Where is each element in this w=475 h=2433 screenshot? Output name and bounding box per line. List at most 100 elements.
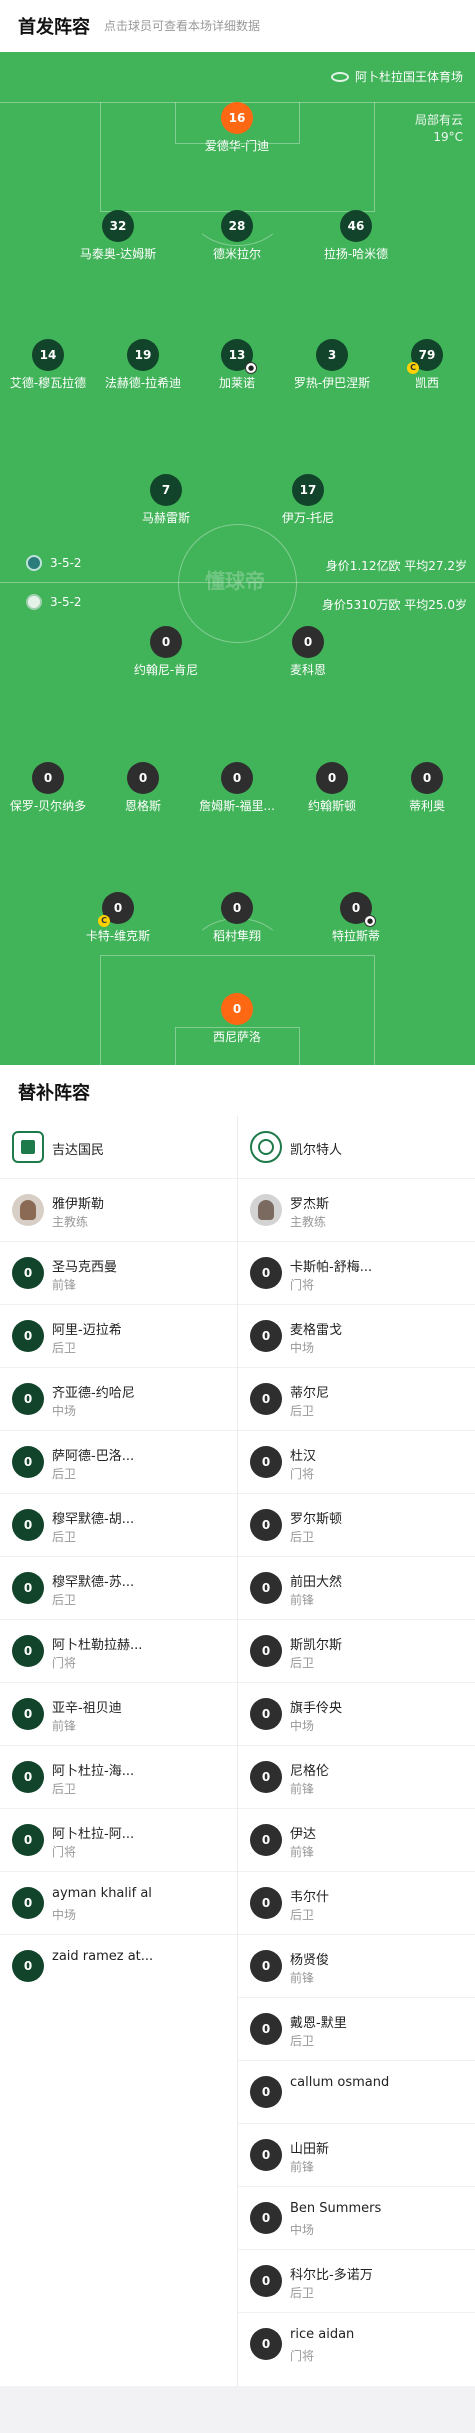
player-name: 山田新 xyxy=(290,2142,330,2157)
temperature: 19°C xyxy=(433,130,463,144)
player-position: 门将 xyxy=(52,1845,77,1859)
player-position: 前锋 xyxy=(52,1719,77,1733)
player-position: 后卫 xyxy=(290,2034,315,2048)
sub-player-row[interactable]: 0 蒂尔尼 后卫 xyxy=(238,1368,475,1431)
sub-player-row[interactable]: 0 麦格雷戈 中场 xyxy=(238,1305,475,1368)
pitch-player[interactable]: 0 约翰斯顿 xyxy=(282,762,382,814)
sub-player-row[interactable]: 0 尼格伦 前锋 xyxy=(238,1746,475,1809)
pitch-player[interactable]: 7 马赫雷斯 xyxy=(116,474,216,526)
player-position: 前锋 xyxy=(290,1782,315,1796)
sub-player-row[interactable]: 0 卡斯帕-舒梅... 门将 xyxy=(238,1242,475,1305)
pitch-player[interactable]: 0 约翰尼-肯尼 xyxy=(116,626,216,678)
player-number: 0 xyxy=(12,1761,44,1793)
sub-player-row[interactable]: 0 穆罕默德-胡... 后卫 xyxy=(0,1494,237,1557)
player-name: 圣马克西曼 xyxy=(52,1260,118,1275)
sub-player-row[interactable]: 0 山田新 前锋 xyxy=(238,2124,475,2187)
team-row[interactable]: 吉达国民 xyxy=(0,1116,237,1179)
sub-player-row[interactable]: 0 伊达 前锋 xyxy=(238,1809,475,1872)
player-position: 后卫 xyxy=(290,1530,315,1544)
player-number: 0 xyxy=(250,1887,282,1919)
pitch-player[interactable]: 14 艾德-穆瓦拉德 xyxy=(0,339,98,391)
sub-player-row[interactable]: 0 杨贤俊 前锋 xyxy=(238,1935,475,1998)
celtic-logo-icon xyxy=(250,1131,282,1163)
player-position: 后卫 xyxy=(290,1656,315,1670)
player-number: 0 xyxy=(411,762,443,794)
coach-name: 罗杰斯 xyxy=(290,1197,330,1212)
sub-player-row[interactable]: 0 齐亚德-约哈尼 中场 xyxy=(0,1368,237,1431)
player-number: 0 xyxy=(250,1320,282,1352)
player-number: 0 xyxy=(250,2076,282,2108)
player-name: 罗热-伊巴涅斯 xyxy=(293,376,371,390)
team-row[interactable]: 凯尔特人 xyxy=(238,1116,475,1179)
sub-player-row[interactable]: 0 穆罕默德-苏... 后卫 xyxy=(0,1557,237,1620)
player-position: 中场 xyxy=(52,1908,77,1922)
coach-row[interactable]: 雅伊斯勒 主教练 xyxy=(0,1179,237,1242)
pitch-player[interactable]: 0 麦科恩 xyxy=(258,626,358,678)
player-number: 0 xyxy=(250,2328,282,2360)
venue: 阿卜杜拉国王体育场 xyxy=(330,68,463,85)
player-name: 旗手伶央 xyxy=(290,1701,343,1716)
sub-player-row[interactable]: 0 rice aidan 门将 xyxy=(238,2313,475,2376)
pitch-player[interactable]: 16 爱德华-门迪 xyxy=(187,102,287,154)
sub-player-row[interactable]: 0 韦尔什 后卫 xyxy=(238,1872,475,1935)
pitch-player[interactable]: 79 C 凯西 xyxy=(377,339,475,391)
pitch-player[interactable]: 0 ● 特拉斯蒂 xyxy=(306,892,406,944)
player-position: 后卫 xyxy=(52,1467,77,1481)
player-number: 0 xyxy=(250,1572,282,1604)
pitch-player[interactable]: 32 马泰奥-达姆斯 xyxy=(68,210,168,262)
pitch-player[interactable]: 0 詹姆斯-福里... xyxy=(187,762,287,814)
pitch-player[interactable]: 0 蒂利奥 xyxy=(377,762,475,814)
player-name: 马赫雷斯 xyxy=(141,511,190,525)
sub-player-row[interactable]: 0 阿卜杜拉-阿... 门将 xyxy=(0,1809,237,1872)
player-number: 0 xyxy=(221,993,253,1025)
substitutes-section: 替补阵容 吉达国民 雅伊斯勒 主教练 0 圣马克西曼 前锋 0 阿里-迈拉希 后卫 0 齐… xyxy=(0,1065,475,2386)
player-position: 后卫 xyxy=(290,1908,315,1922)
team-name: 吉达国民 xyxy=(52,1143,105,1158)
pitch-player[interactable]: 28 德米拉尔 xyxy=(187,210,287,262)
player-number: 19 xyxy=(127,339,159,371)
player-number: 0 xyxy=(12,1257,44,1289)
sub-player-row[interactable]: 0 Ben Summers 中场 xyxy=(238,2187,475,2250)
sub-player-row[interactable]: 0 阿卜杜拉-海... 后卫 xyxy=(0,1746,237,1809)
sub-player-row[interactable]: 0 科尔比-多诺万 后卫 xyxy=(238,2250,475,2313)
pitch-player[interactable]: 0 保罗-贝尔纳多 xyxy=(0,762,98,814)
coach-row[interactable]: 罗杰斯 主教练 xyxy=(238,1179,475,1242)
player-name: 穆罕默德-胡... xyxy=(52,1512,135,1527)
sub-player-row[interactable]: 0 萨阿德-巴洛... 后卫 xyxy=(0,1431,237,1494)
sub-player-row[interactable]: 0 斯凯尔斯 后卫 xyxy=(238,1620,475,1683)
sub-player-row[interactable]: 0 ayman khalif al 中场 xyxy=(0,1872,237,1935)
sub-player-row[interactable]: 0 前田大然 前锋 xyxy=(238,1557,475,1620)
pitch-player[interactable]: 0 西尼萨洛 xyxy=(187,993,287,1045)
player-number: 0 xyxy=(250,1446,282,1478)
pitch-player[interactable]: 3 罗热-伊巴涅斯 xyxy=(282,339,382,391)
pitch-player[interactable]: 19 法赫德-拉希迪 xyxy=(93,339,193,391)
sub-player-row[interactable]: 0 callum osmand xyxy=(238,2061,475,2124)
player-name: 爱德华-门迪 xyxy=(204,139,270,153)
sub-player-row[interactable]: 0 阿里-迈拉希 后卫 xyxy=(0,1305,237,1368)
player-name: 萨阿德-巴洛... xyxy=(52,1449,135,1464)
sub-player-row[interactable]: 0 旗手伶央 中场 xyxy=(238,1683,475,1746)
sub-player-row[interactable]: 0 戴恩-默里 后卫 xyxy=(238,1998,475,2061)
pitch-player[interactable]: 0 C 卡特-维克斯 xyxy=(68,892,168,944)
sub-player-row[interactable]: 0 罗尔斯顿 后卫 xyxy=(238,1494,475,1557)
player-position: 前锋 xyxy=(290,2160,315,2174)
player-number: 0 xyxy=(32,762,64,794)
player-name: 阿卜杜勒拉赫... xyxy=(52,1638,143,1653)
player-position: 后卫 xyxy=(52,1782,77,1796)
sub-player-row[interactable]: 0 阿卜杜勒拉赫... 门将 xyxy=(0,1620,237,1683)
sub-player-row[interactable]: 0 亚辛-祖贝迪 前锋 xyxy=(0,1683,237,1746)
sub-player-row[interactable]: 0 杜汉 门将 xyxy=(238,1431,475,1494)
pitch-player[interactable]: 13 ● 加莱诺 xyxy=(187,339,287,391)
sub-player-row[interactable]: 0 zaid ramez at... xyxy=(0,1935,237,1998)
player-name: ayman khalif al xyxy=(52,1886,152,1901)
pitch-player[interactable]: 0 恩格斯 xyxy=(93,762,193,814)
pitch: 阿卜杜拉国王体育场 局部有云 19°C 懂球帝 3-5-2 身价1.12亿欧 平… xyxy=(0,52,475,1065)
page-bottom-spacer xyxy=(0,2386,475,2433)
pitch-player[interactable]: 17 伊万-托尼 xyxy=(258,474,358,526)
pitch-player[interactable]: 46 拉扬-哈米德 xyxy=(306,210,406,262)
pitch-player[interactable]: 0 稻村隼翔 xyxy=(187,892,287,944)
player-number: 79 xyxy=(418,348,436,362)
player-number: 0 xyxy=(12,1383,44,1415)
sub-player-row[interactable]: 0 圣马克西曼 前锋 xyxy=(0,1242,237,1305)
player-name: 保罗-贝尔纳多 xyxy=(9,799,87,813)
